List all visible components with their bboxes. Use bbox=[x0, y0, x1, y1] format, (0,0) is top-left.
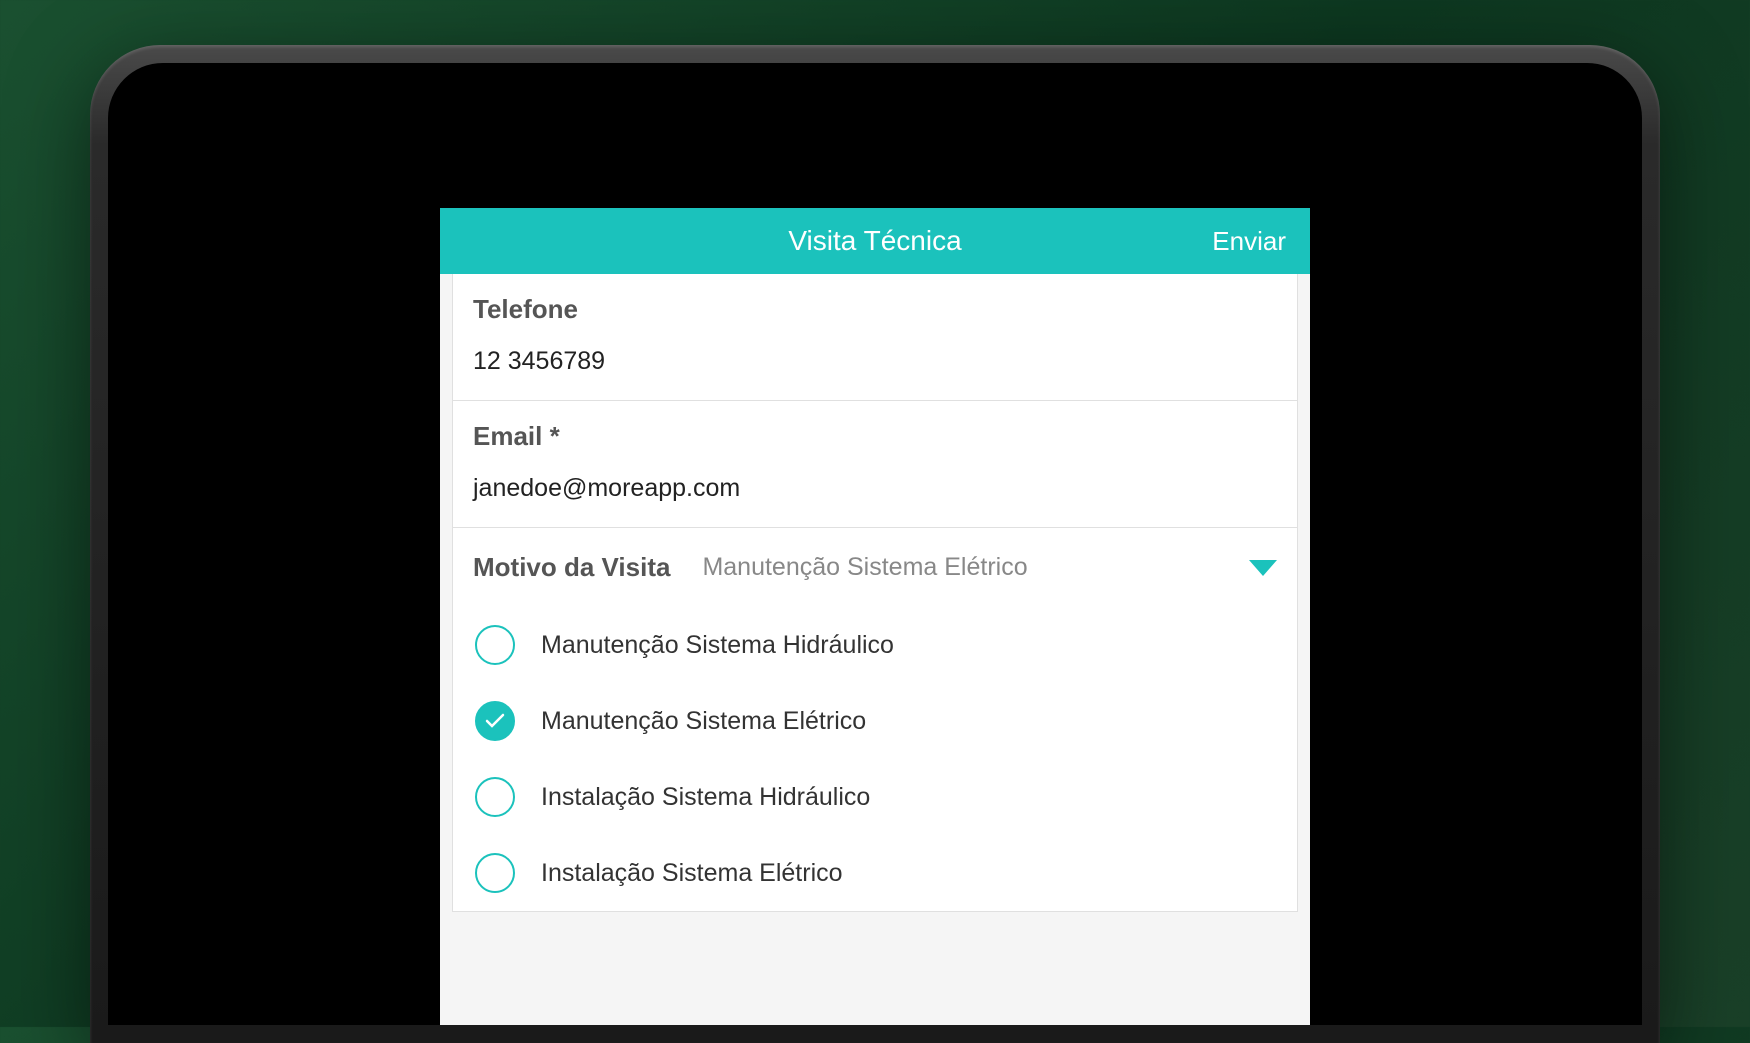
app-title: Visita Técnica bbox=[788, 225, 961, 257]
form-card: Telefone 12 3456789 Email * janedoe@more… bbox=[452, 274, 1298, 912]
radio-icon-selected bbox=[475, 701, 515, 741]
form-container: Telefone 12 3456789 Email * janedoe@more… bbox=[440, 274, 1310, 1025]
motivo-section: Motivo da Visita Manutenção Sistema Elét… bbox=[453, 528, 1297, 911]
radio-icon bbox=[475, 853, 515, 893]
option-label: Manutenção Sistema Hidráulico bbox=[541, 631, 894, 660]
option-hidraulico-manut[interactable]: Manutenção Sistema Hidráulico bbox=[453, 607, 1297, 683]
app-header: Visita Técnica Enviar bbox=[440, 208, 1310, 274]
email-field[interactable]: Email * janedoe@moreapp.com bbox=[453, 401, 1297, 528]
tablet-frame: Visita Técnica Enviar Telefone 12 345678… bbox=[90, 45, 1660, 1043]
app-screen: Visita Técnica Enviar Telefone 12 345678… bbox=[440, 208, 1310, 1025]
telefone-label: Telefone bbox=[473, 294, 1277, 325]
option-hidraulico-inst[interactable]: Instalação Sistema Hidráulico bbox=[453, 759, 1297, 835]
chevron-down-icon bbox=[1249, 560, 1277, 576]
option-label: Instalação Sistema Hidráulico bbox=[541, 783, 870, 812]
motivo-label: Motivo da Visita bbox=[473, 552, 670, 583]
option-eletrico-manut[interactable]: Manutenção Sistema Elétrico bbox=[453, 683, 1297, 759]
option-label: Manutenção Sistema Elétrico bbox=[541, 707, 866, 736]
telefone-field[interactable]: Telefone 12 3456789 bbox=[453, 274, 1297, 401]
radio-icon bbox=[475, 777, 515, 817]
motivo-selected-value: Manutenção Sistema Elétrico bbox=[702, 553, 1249, 582]
email-label: Email * bbox=[473, 421, 1277, 452]
email-value: janedoe@moreapp.com bbox=[473, 474, 1277, 503]
option-label: Instalação Sistema Elétrico bbox=[541, 859, 843, 888]
check-icon bbox=[485, 713, 505, 729]
tablet-bezel: Visita Técnica Enviar Telefone 12 345678… bbox=[108, 63, 1642, 1025]
radio-icon bbox=[475, 625, 515, 665]
send-button[interactable]: Enviar bbox=[1212, 226, 1286, 257]
telefone-value: 12 3456789 bbox=[473, 347, 1277, 376]
option-eletrico-inst[interactable]: Instalação Sistema Elétrico bbox=[453, 835, 1297, 911]
motivo-select[interactable]: Motivo da Visita Manutenção Sistema Elét… bbox=[453, 528, 1297, 607]
